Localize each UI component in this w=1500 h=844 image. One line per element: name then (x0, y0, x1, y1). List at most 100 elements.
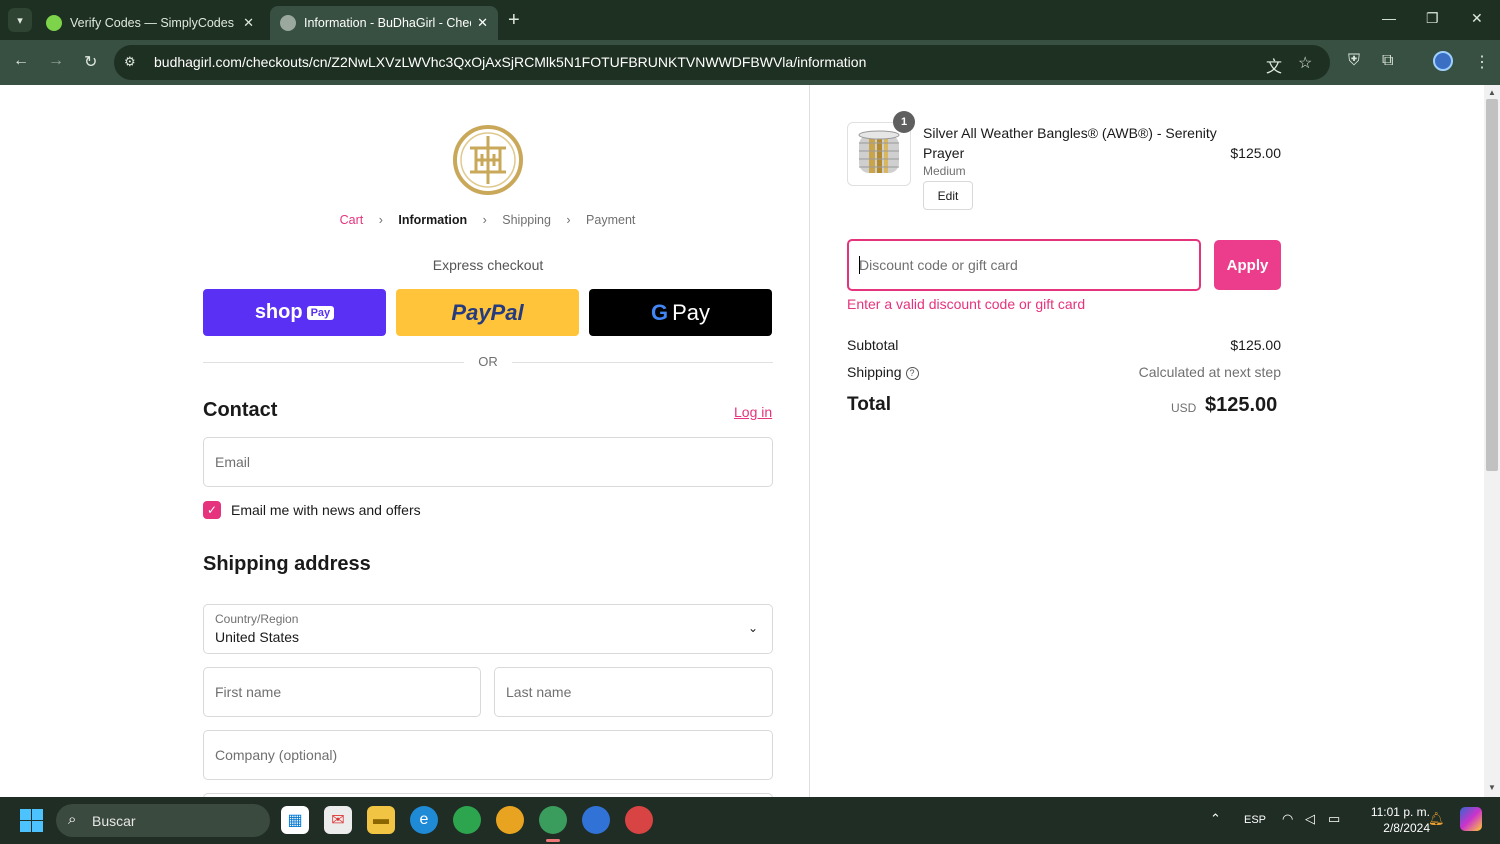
breadcrumb-information: Information (398, 213, 468, 227)
site-settings-icon[interactable]: ⚙ (124, 54, 142, 72)
product-variant: Medium (923, 164, 966, 178)
reload-icon[interactable]: ↻ (84, 52, 97, 72)
company-field[interactable]: Company (optional) (203, 730, 773, 780)
edge-browser-icon[interactable]: e (410, 806, 438, 834)
tab-search-menu-button[interactable]: ▾ (8, 8, 32, 32)
text-caret (859, 256, 860, 274)
clock-date: 2/8/2024 (1383, 821, 1430, 835)
tab-simplycodes[interactable]: Verify Codes — SimplyCodes ✕ (36, 6, 264, 40)
chevron-down-icon: ⌄ (747, 621, 758, 635)
or-divider-label: OR (464, 354, 512, 369)
browser-toolbar: ← → ↻ ⚙ budhagirl.com/checkouts/cn/Z2NwL… (0, 40, 1500, 85)
shipping-value: Calculated at next step (1138, 364, 1281, 380)
email-field[interactable]: Email (203, 437, 773, 487)
log-in-link[interactable]: Log in (734, 404, 772, 420)
company-placeholder: Company (optional) (215, 747, 338, 763)
news-offers-label[interactable]: Email me with news and offers (231, 502, 421, 518)
shield-extension-icon[interactable]: ⛨ (1348, 52, 1360, 70)
order-summary: 1 Silver All Weather Bangles® (AWB®) - S… (810, 85, 1484, 797)
bookmark-star-icon[interactable]: ☆ (1298, 53, 1312, 73)
tab-close-icon[interactable]: ✕ (243, 15, 254, 31)
extensions-puzzle-icon[interactable]: ⧉ (1382, 52, 1393, 70)
chrome-profile-4-icon[interactable] (582, 806, 610, 834)
shipping-address-heading: Shipping address (203, 553, 371, 575)
back-arrow-icon[interactable]: ← (13, 52, 29, 70)
browser-tab-bar: ▾ Verify Codes — SimplyCodes ✕ Informati… (0, 0, 1500, 40)
chrome-profile-5-icon[interactable] (625, 806, 653, 834)
chrome-profile-1-icon[interactable] (453, 806, 481, 834)
show-hidden-icons-chevron-icon[interactable]: ⌃ (1210, 811, 1221, 827)
bangles-image-icon (858, 130, 900, 173)
windows-taskbar: ⌕ Buscar ▦ ✉ ▬ e ⌃ ESP ◠ ◁ ▭ 11:01 p. m.… (0, 797, 1500, 844)
total-value: $125.00 (1205, 394, 1278, 416)
chevron-right-icon: › (566, 213, 571, 227)
breadcrumb-cart[interactable]: Cart (340, 213, 364, 227)
page-content: Cart › Information › Shipping › Payment … (0, 85, 1500, 797)
windows-start-icon[interactable] (20, 809, 43, 832)
scrollbar-thumb[interactable] (1486, 99, 1498, 471)
edit-product-button[interactable]: Edit (923, 181, 973, 210)
news-offers-checkbox[interactable]: ✓ (203, 501, 221, 519)
breadcrumb-payment: Payment (586, 213, 636, 227)
notification-bell-icon[interactable]: 🔔︎ (1428, 811, 1445, 827)
restore-icon[interactable]: ❐ (1426, 10, 1439, 27)
apply-discount-button[interactable]: Apply (1214, 240, 1281, 290)
wifi-icon[interactable]: ◠ (1282, 811, 1293, 827)
mail-app-icon[interactable]: ✉ (324, 806, 352, 834)
profile-avatar-icon[interactable] (1433, 51, 1453, 71)
chevron-right-icon: › (482, 213, 487, 227)
new-tab-plus-icon[interactable]: + (508, 9, 520, 32)
address-bar[interactable]: ⚙ budhagirl.com/checkouts/cn/Z2NwLXVzLWV… (114, 45, 1330, 80)
scroll-up-arrow-icon[interactable]: ▲ (1488, 88, 1496, 97)
taskbar-search[interactable]: ⌕ Buscar (56, 804, 270, 837)
language-indicator[interactable]: ESP (1244, 814, 1266, 826)
active-app-indicator (546, 839, 560, 842)
tab-title: Verify Codes — SimplyCodes (70, 16, 234, 30)
forward-arrow-icon[interactable]: → (48, 52, 64, 70)
minimize-icon[interactable]: — (1382, 10, 1396, 26)
country-region-value: United States (215, 629, 300, 645)
total-label: Total (847, 394, 891, 415)
google-g-icon: G (650, 299, 669, 325)
last-name-placeholder: Last name (506, 684, 572, 700)
paypal-button[interactable]: PayPal (396, 289, 579, 336)
clock-time: 11:01 p. m. (1370, 805, 1430, 819)
url-text[interactable]: budhagirl.com/checkouts/cn/Z2NwLXVzLWVhc… (154, 54, 866, 70)
discount-error-message: Enter a valid discount code or gift card (847, 296, 1086, 312)
chrome-profile-3-icon[interactable] (539, 806, 567, 834)
copilot-icon[interactable] (1460, 807, 1482, 831)
google-pay-wordmark: Pay (672, 299, 711, 325)
breadcrumb-shipping: Shipping (502, 213, 551, 227)
volume-icon[interactable]: ◁ (1305, 811, 1315, 827)
chrome-profile-2-icon[interactable] (496, 806, 524, 834)
country-region-select[interactable]: Country/Region United States ⌄ (203, 604, 773, 654)
total-currency: USD (1171, 401, 1197, 415)
subtotal-value: $125.00 (1230, 337, 1281, 353)
shop-pay-button[interactable]: shop Pay (203, 289, 386, 336)
paypal-wordmark: PayPal (451, 299, 524, 325)
search-icon: ⌕ (68, 811, 77, 828)
first-name-field[interactable]: First name (203, 667, 481, 717)
discount-code-input[interactable]: Discount code or gift card (847, 239, 1201, 291)
window-close-icon[interactable]: ✕ (1471, 10, 1483, 27)
chevron-right-icon: › (378, 213, 383, 227)
contact-heading: Contact (203, 399, 278, 421)
battery-icon[interactable]: ▭ (1328, 811, 1340, 827)
browser-menu-icon[interactable]: ⋮ (1474, 52, 1490, 72)
scroll-down-arrow-icon[interactable]: ▼ (1488, 783, 1496, 792)
taskbar-search-label: Buscar (92, 813, 136, 829)
file-explorer-icon[interactable]: ▬ (367, 806, 395, 834)
shop-pay-wordmark: shop (254, 301, 303, 323)
translate-icon[interactable]: ⽂ (1266, 53, 1282, 77)
discount-placeholder: Discount code or gift card (859, 257, 1018, 273)
tab-close-icon[interactable]: ✕ (477, 15, 488, 31)
last-name-field[interactable]: Last name (494, 667, 773, 717)
microsoft-store-icon[interactable]: ▦ (281, 806, 309, 834)
tab-budhagirl-checkout[interactable]: Information - BuDhaGirl - Checkout ✕ (270, 6, 498, 40)
page-scrollbar[interactable]: ▲ ▼ (1484, 85, 1500, 797)
shop-pay-badge: Pay (306, 305, 335, 320)
email-placeholder: Email (215, 454, 251, 470)
simplycodes-favicon-icon (46, 15, 62, 31)
google-pay-button[interactable]: G Pay (589, 289, 772, 336)
taskbar-clock[interactable]: 11:01 p. m. 2/8/2024 (1350, 804, 1430, 836)
